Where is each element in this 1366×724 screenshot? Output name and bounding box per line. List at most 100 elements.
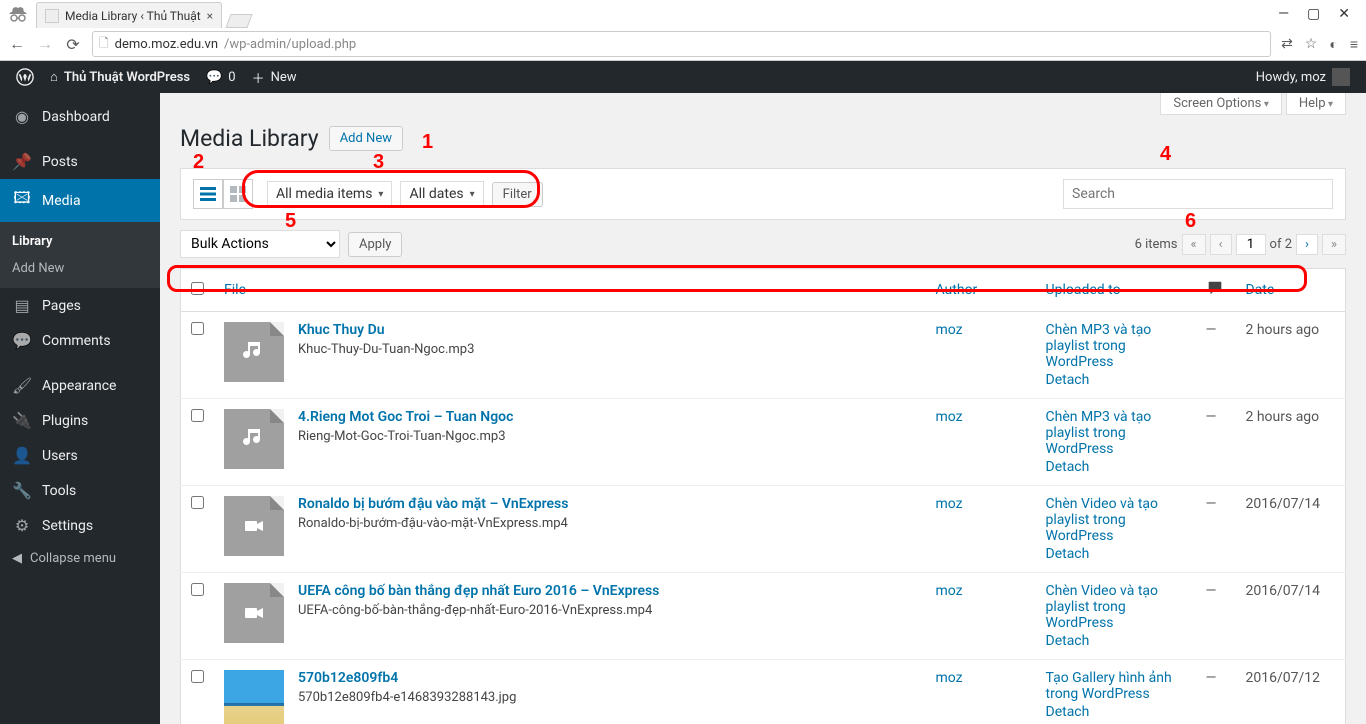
row-checkbox[interactable] xyxy=(191,670,204,683)
media-filename: UEFA-công-bố-bàn-thắng-đẹp-nhất-Euro-201… xyxy=(298,603,659,618)
new-tab-button[interactable] xyxy=(226,14,253,28)
select-all-checkbox[interactable] xyxy=(191,282,204,295)
user-menu[interactable]: Howdy, moz xyxy=(1248,61,1358,93)
sidebar-item-posts[interactable]: 📌Posts xyxy=(0,144,160,179)
media-filename: Khuc-Thuy-Du-Tuan-Ngoc.mp3 xyxy=(298,342,474,357)
col-file[interactable]: File xyxy=(214,269,926,312)
row-checkbox[interactable] xyxy=(191,322,204,335)
items-count: 6 items xyxy=(1135,237,1178,252)
date-cell: 2016/07/14 xyxy=(1236,573,1346,660)
comments-menu-icon: 💬 xyxy=(12,331,32,350)
uploaded-to-link[interactable]: Chèn MP3 và tạo playlist trong WordPress xyxy=(1046,409,1152,457)
admin-sidebar: ◉Dashboard 📌Posts 🖾Media Library Add New… xyxy=(0,93,160,724)
tab-close-icon[interactable]: × xyxy=(207,9,213,23)
sidebar-item-users[interactable]: 👤Users xyxy=(0,438,160,473)
view-grid-button[interactable] xyxy=(223,179,253,209)
media-title-link[interactable]: UEFA công bố bàn thắng đẹp nhất Euro 201… xyxy=(298,583,659,599)
search-input[interactable] xyxy=(1063,179,1333,209)
wp-logo-menu[interactable] xyxy=(8,61,42,93)
comments-cell: — xyxy=(1196,399,1236,486)
total-pages: of 2 xyxy=(1270,237,1292,252)
plus-icon: ＋ xyxy=(252,68,265,87)
table-row: Ronaldo bị bướm đậu vào mặt – VnExpressR… xyxy=(181,486,1346,573)
media-title-link[interactable]: Khuc Thuy Du xyxy=(298,322,474,338)
incognito-status-icon: ◐ xyxy=(1329,36,1337,53)
detach-link[interactable]: Detach xyxy=(1046,372,1186,388)
site-name: Thủ Thuật WordPress xyxy=(64,70,190,85)
new-label: New xyxy=(271,70,297,85)
nav-forward-icon[interactable]: → xyxy=(36,34,54,54)
new-content-link[interactable]: ＋ New xyxy=(244,61,305,93)
author-link[interactable]: moz xyxy=(936,496,963,512)
address-bar[interactable]: 🗋 demo.moz.edu.vn/wp-admin/upload.php xyxy=(92,31,1271,57)
uploaded-to-link[interactable]: Chèn MP3 và tạo playlist trong WordPress xyxy=(1046,322,1152,370)
col-author[interactable]: Author xyxy=(926,269,1036,312)
add-new-button[interactable]: Add New xyxy=(329,126,403,151)
sidebar-item-media[interactable]: 🖾Media xyxy=(0,179,160,222)
col-comments[interactable] xyxy=(1196,269,1236,312)
media-title-link[interactable]: 4.Rieng Mot Goc Troi – Tuan Ngoc xyxy=(298,409,513,425)
detach-link[interactable]: Detach xyxy=(1046,459,1186,475)
first-page-button[interactable]: « xyxy=(1182,234,1206,255)
row-checkbox[interactable] xyxy=(191,409,204,422)
window-minimize-icon[interactable]: — xyxy=(1278,6,1289,22)
detach-link[interactable]: Detach xyxy=(1046,633,1186,649)
favicon-icon xyxy=(45,9,59,23)
sidebar-item-plugins[interactable]: 🔌Plugins xyxy=(0,403,160,438)
submenu-add-new[interactable]: Add New xyxy=(0,255,160,282)
detach-link[interactable]: Detach xyxy=(1046,704,1186,720)
current-page-input[interactable] xyxy=(1236,234,1266,255)
nav-back-icon[interactable]: ← xyxy=(8,34,26,54)
row-checkbox[interactable] xyxy=(191,496,204,509)
sidebar-item-pages[interactable]: ▤Pages xyxy=(0,288,160,323)
apply-button[interactable]: Apply xyxy=(348,232,402,257)
window-close-icon[interactable]: ✕ xyxy=(1338,6,1350,22)
collapse-menu[interactable]: ◀Collapse menu xyxy=(0,543,160,574)
media-title-link[interactable]: 570b12e809fb4 xyxy=(298,670,516,686)
author-link[interactable]: moz xyxy=(936,409,963,425)
view-list-button[interactable] xyxy=(193,179,223,209)
uploaded-to-link[interactable]: Chèn Video và tạo playlist trong WordPre… xyxy=(1046,496,1159,544)
author-link[interactable]: moz xyxy=(936,322,963,338)
window-maximize-icon[interactable]: ▢ xyxy=(1307,6,1320,22)
sidebar-item-appearance[interactable]: 🖌Appearance xyxy=(0,368,160,403)
author-link[interactable]: moz xyxy=(936,583,963,599)
tools-icon: 🔧 xyxy=(12,481,32,500)
browser-tab[interactable]: Media Library ‹ Thủ Thuật × xyxy=(36,2,222,28)
date-cell: 2 hours ago xyxy=(1236,399,1346,486)
uploaded-to-link[interactable]: Chèn Video và tạo playlist trong WordPre… xyxy=(1046,583,1159,631)
tab-title: Media Library ‹ Thủ Thuật xyxy=(65,9,201,23)
site-name-link[interactable]: ⌂ Thủ Thuật WordPress xyxy=(42,61,198,93)
sidebar-item-comments[interactable]: 💬Comments xyxy=(0,323,160,358)
uploaded-to-link[interactable]: Tạo Gallery hình ảnh trong WordPress xyxy=(1046,670,1172,702)
detach-link[interactable]: Detach xyxy=(1046,546,1186,562)
screen-options-button[interactable]: Screen Options xyxy=(1160,93,1281,115)
sidebar-item-tools[interactable]: 🔧Tools xyxy=(0,473,160,508)
last-page-button[interactable]: » xyxy=(1322,234,1346,255)
table-row: 4.Rieng Mot Goc Troi – Tuan NgocRieng-Mo… xyxy=(181,399,1346,486)
thumbnail-video xyxy=(224,496,284,556)
media-title-link[interactable]: Ronaldo bị bướm đậu vào mặt – VnExpress xyxy=(298,496,568,512)
col-date[interactable]: Date xyxy=(1236,269,1346,312)
bookmark-icon[interactable]: ☆ xyxy=(1305,36,1318,52)
browser-menu-icon[interactable]: ≡ xyxy=(1350,36,1358,53)
translate-icon[interactable]: ⇄ xyxy=(1281,36,1293,52)
date-cell: 2016/07/12 xyxy=(1236,660,1346,724)
author-link[interactable]: moz xyxy=(936,670,963,686)
date-filter[interactable]: All dates xyxy=(400,181,483,207)
media-type-filter[interactable]: All media items xyxy=(267,181,392,207)
sidebar-item-settings[interactable]: ⚙Settings xyxy=(0,508,160,543)
nav-reload-icon[interactable]: ⟳ xyxy=(64,35,82,54)
bulk-actions-select[interactable]: Bulk Actions xyxy=(180,230,340,258)
row-checkbox[interactable] xyxy=(191,583,204,596)
sidebar-item-dashboard[interactable]: ◉Dashboard xyxy=(0,99,160,134)
incognito-icon xyxy=(4,4,32,24)
next-page-button[interactable]: › xyxy=(1296,234,1318,255)
prev-page-button[interactable]: ‹ xyxy=(1210,234,1232,255)
submenu-library[interactable]: Library xyxy=(0,228,160,255)
col-uploaded-to[interactable]: Uploaded to xyxy=(1036,269,1196,312)
help-button[interactable]: Help xyxy=(1286,93,1346,115)
filter-button[interactable]: Filter xyxy=(492,182,543,207)
comments-link[interactable]: 💬 0 xyxy=(198,61,244,93)
pin-icon: 📌 xyxy=(12,152,32,171)
